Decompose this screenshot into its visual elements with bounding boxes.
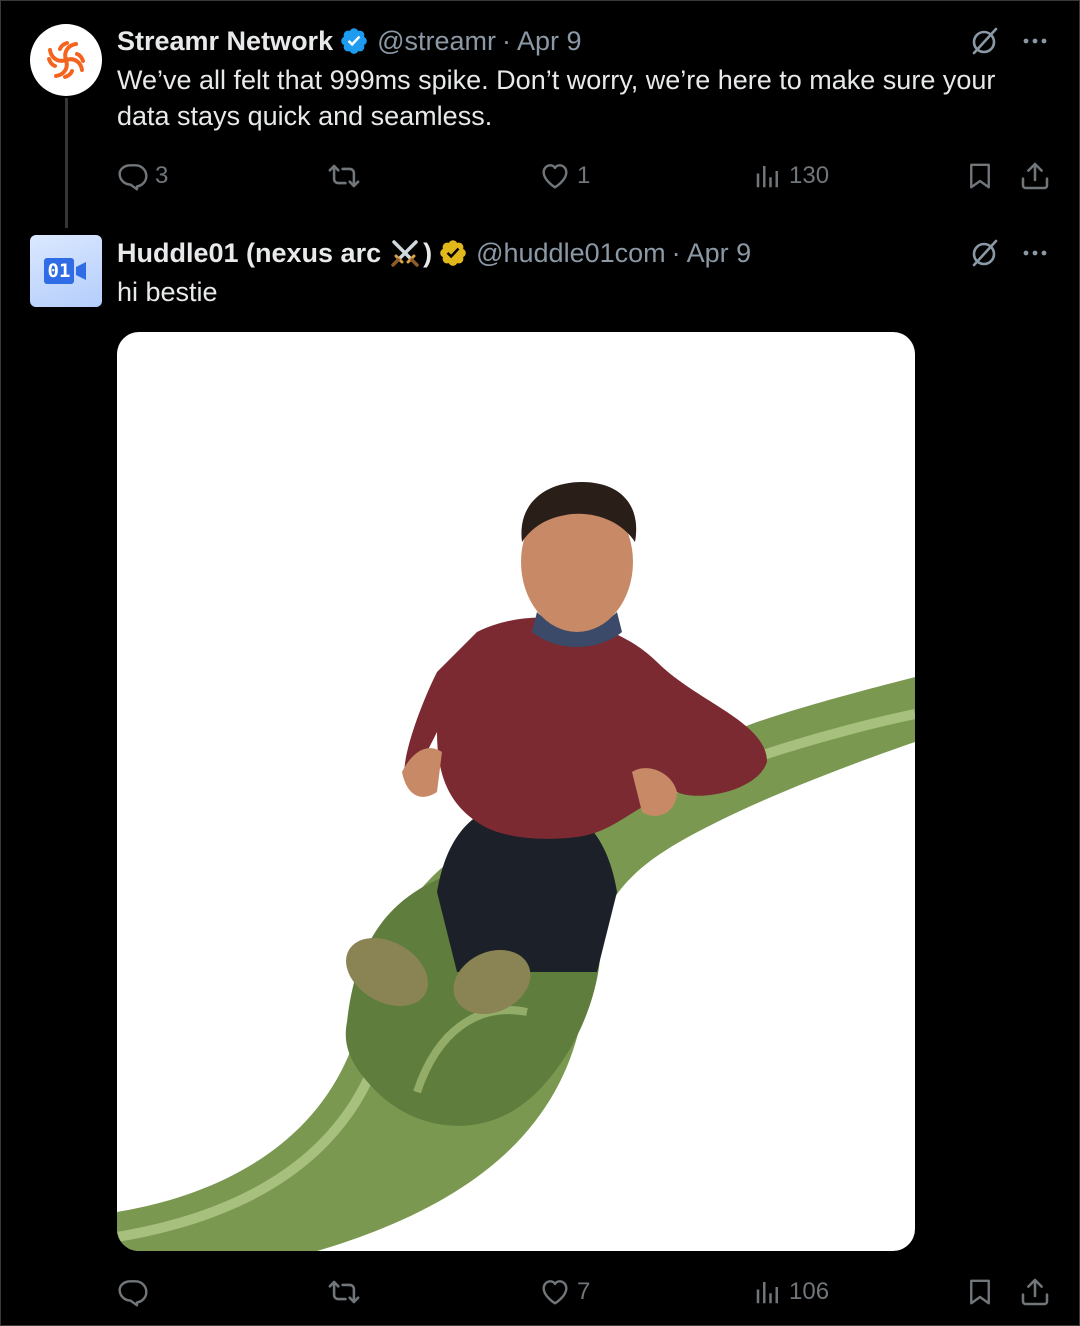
retweet-icon: [328, 164, 360, 188]
views-chart-icon: [756, 1282, 778, 1304]
view-count: 106: [789, 1278, 830, 1305]
display-name-suffix: ): [423, 237, 433, 268]
slide-photo: [117, 482, 915, 1251]
share-icon: [1021, 1278, 1049, 1306]
user-handle[interactable]: @streamr: [377, 26, 496, 57]
display-name[interactable]: Huddle01 (nexus arc: [117, 238, 381, 269]
avatar-streamr[interactable]: [30, 24, 102, 96]
bookmark-button[interactable]: [965, 156, 995, 196]
grok-icon[interactable]: [970, 26, 1000, 56]
more-options-icon[interactable]: [1020, 26, 1050, 56]
huddle01-logo-text: 01: [43, 258, 75, 284]
bookmark-button[interactable]: [965, 1272, 995, 1312]
tweet-media-image[interactable]: [117, 332, 915, 1251]
tweet-action-bar: 3 1 130: [117, 156, 1052, 196]
header-separator: ·: [502, 25, 512, 56]
share-button[interactable]: [1019, 1272, 1051, 1312]
header-separator: ·: [671, 237, 681, 268]
tweet-text: hi bestie: [117, 277, 218, 307]
grok-icon[interactable]: [970, 238, 1000, 268]
heart-icon: [542, 164, 568, 189]
share-icon: [1021, 162, 1049, 190]
bookmark-icon: [970, 163, 990, 189]
verified-gold-badge-icon[interactable]: [438, 238, 468, 268]
heart-icon: [542, 1280, 568, 1305]
tweet-text: We’ve all felt that 999ms spike. Don’t w…: [117, 65, 996, 131]
tweet-huddle01[interactable]: 01 Huddle01 (nexus arc ) @huddle01com · …: [0, 230, 1080, 1326]
avatar-huddle01[interactable]: 01: [30, 235, 102, 307]
reply-count: 3: [155, 162, 169, 189]
thread-connector-line: [65, 98, 68, 228]
huddle01-logo-icon: 01: [43, 258, 89, 284]
retweet-icon: [328, 1280, 360, 1304]
view-count: 130: [789, 162, 830, 189]
reply-icon: [118, 164, 148, 191]
tweet-date[interactable]: Apr 9: [517, 26, 582, 57]
retweet-button[interactable]: [327, 156, 367, 196]
views-button[interactable]: 130: [753, 156, 829, 196]
streamr-logo-icon: [47, 41, 85, 79]
display-name[interactable]: Streamr Network: [117, 26, 333, 57]
tweet-header: Huddle01 (nexus arc ) @huddle01com · Apr…: [117, 236, 751, 270]
retweet-button[interactable]: [327, 1272, 367, 1312]
crossed-swords-icon: [389, 237, 421, 269]
tweet-streamr[interactable]: Streamr Network @streamr · Apr 9 We’ve a: [0, 0, 1080, 230]
like-count: 7: [577, 1278, 591, 1305]
tweet-action-bar: 7 106: [117, 1272, 1052, 1312]
tweet-top-actions: [970, 238, 1050, 268]
like-button[interactable]: 7: [539, 1272, 590, 1312]
person-on-slide: [346, 482, 767, 1015]
like-count: 1: [577, 162, 591, 189]
tweet-date[interactable]: Apr 9: [687, 238, 752, 269]
like-button[interactable]: 1: [539, 156, 590, 196]
views-button[interactable]: 106: [753, 1272, 829, 1312]
bookmark-icon: [970, 1279, 990, 1305]
reply-button[interactable]: [117, 1272, 155, 1312]
more-options-icon[interactable]: [1020, 238, 1050, 268]
user-handle[interactable]: @huddle01com: [476, 238, 666, 269]
verified-badge-icon[interactable]: [339, 26, 369, 56]
reply-button[interactable]: 3: [117, 156, 168, 196]
tweet-header: Streamr Network @streamr · Apr 9: [117, 24, 582, 58]
share-button[interactable]: [1019, 156, 1051, 196]
tweet-top-actions: [970, 26, 1050, 56]
reply-icon: [118, 1280, 148, 1307]
views-chart-icon: [756, 166, 778, 188]
